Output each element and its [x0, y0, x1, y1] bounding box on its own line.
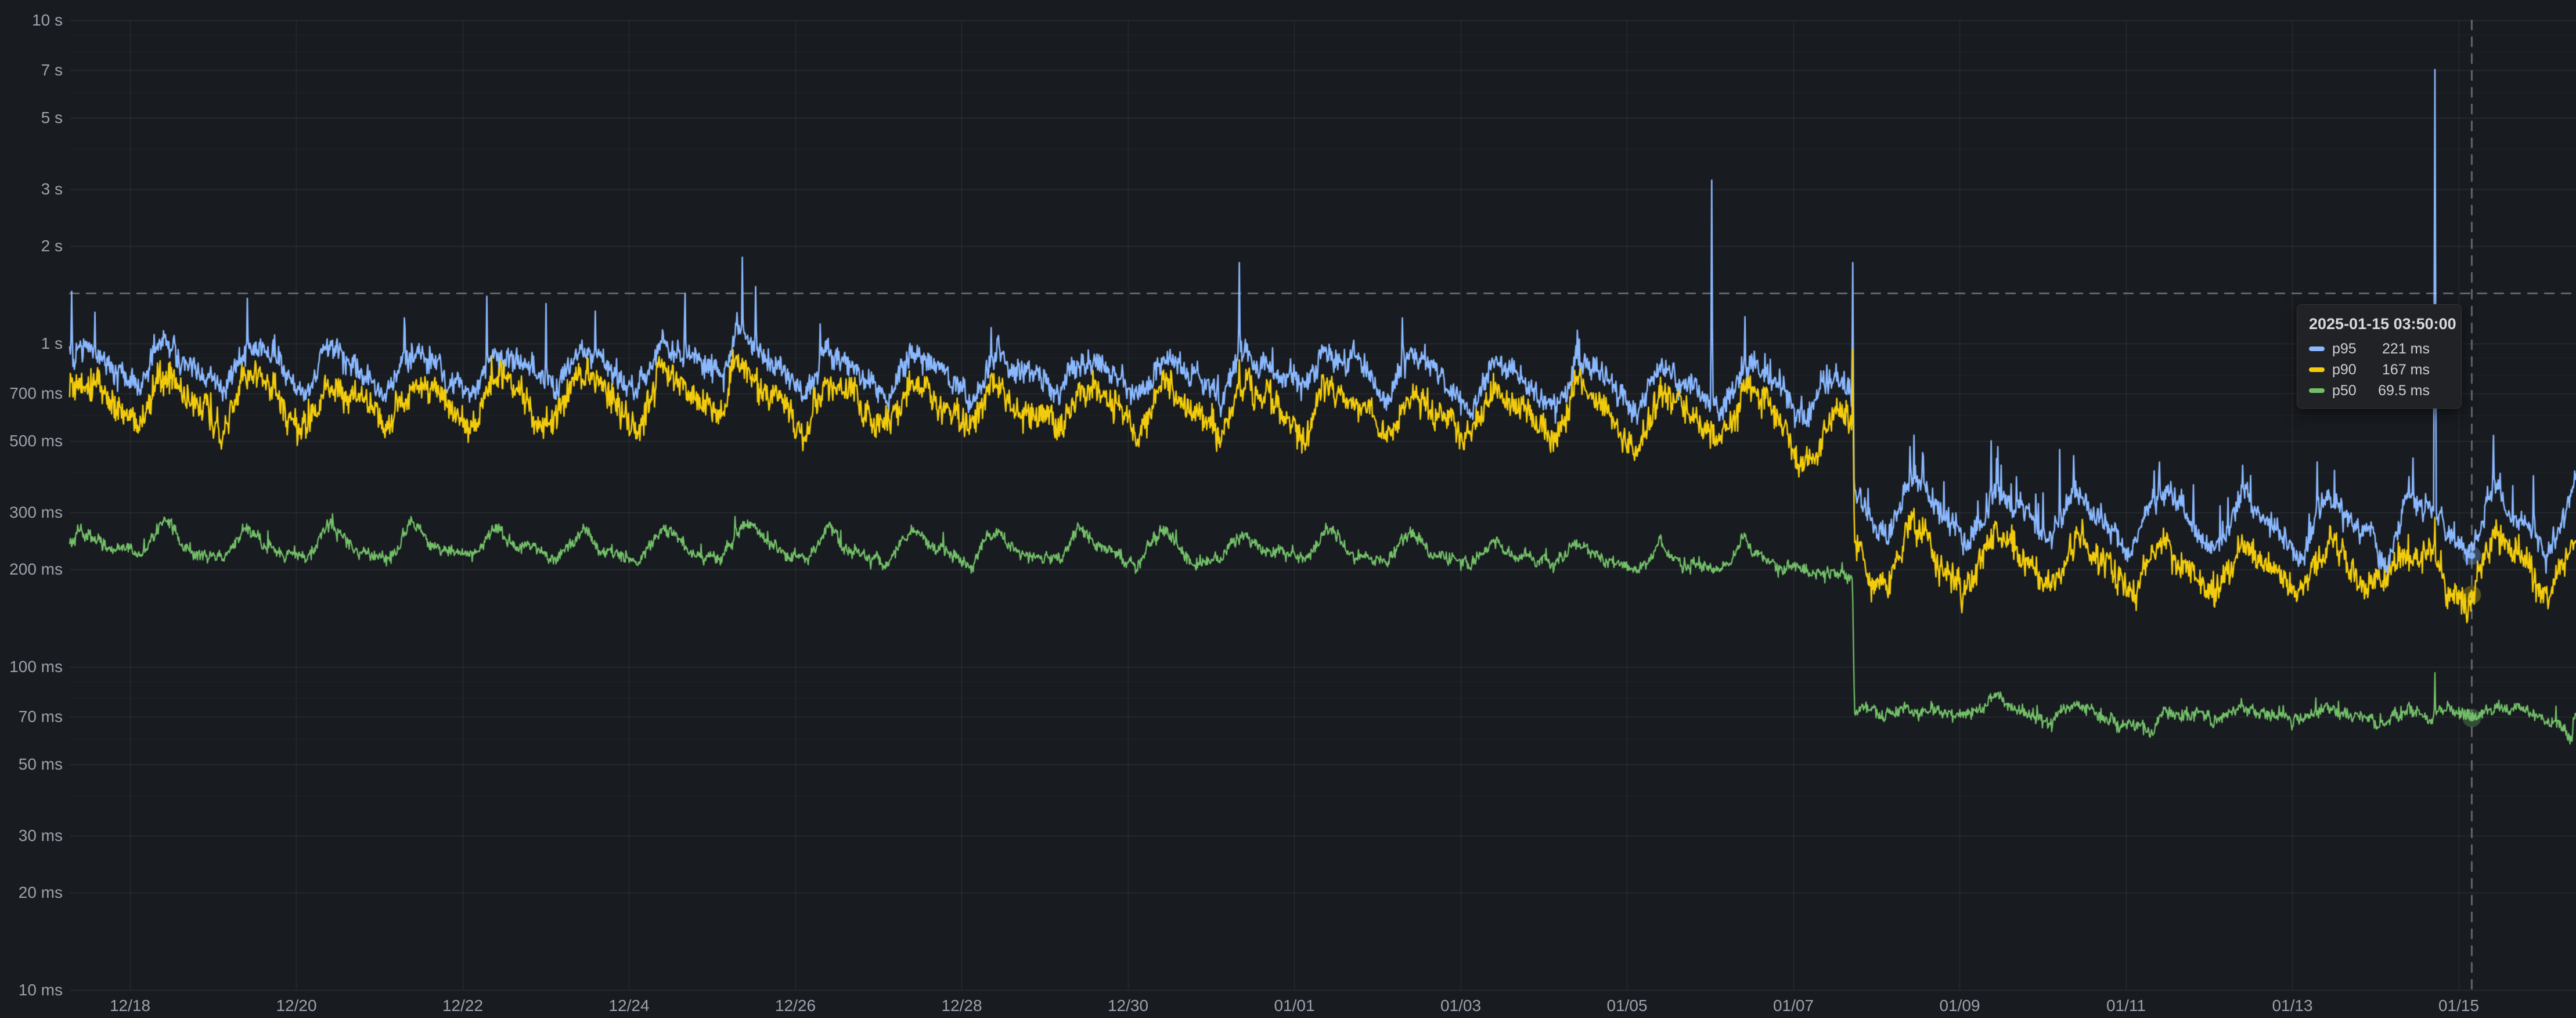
tooltip-row-p95: p95 221 ms — [2309, 338, 2449, 359]
y-axis-label: 70 ms — [2, 707, 63, 727]
y-axis-label: 300 ms — [2, 503, 63, 522]
y-axis-label: 30 ms — [2, 826, 63, 846]
latency-timeseries-plot[interactable] — [0, 0, 2576, 1018]
x-axis-label: 01/03 — [1440, 996, 1481, 1017]
x-axis-label: 01/05 — [1606, 996, 1647, 1017]
y-axis-label: 10 ms — [2, 980, 63, 1000]
tooltip-row-p50: p50 69.5 ms — [2309, 380, 2449, 401]
x-axis-label: 01/15 — [2438, 996, 2479, 1017]
y-axis-label: 7 s — [2, 60, 63, 80]
x-axis-label: 12/22 — [442, 996, 483, 1017]
tooltip-series-label: p50 — [2332, 382, 2357, 399]
p90-series-swatch — [2309, 367, 2325, 372]
y-axis-label: 700 ms — [2, 384, 63, 403]
latency-percentiles-panel: 10 s 7 s 5 s 3 s 2 s 1 s 700 ms 500 ms 300 ms 200… — [0, 0, 2576, 1018]
x-axis-label: 01/01 — [1274, 996, 1314, 1017]
x-axis-label: 01/13 — [2272, 996, 2312, 1017]
x-axis-label: 12/20 — [276, 996, 316, 1017]
p50-series-swatch — [2309, 388, 2325, 393]
p95-series-swatch — [2309, 346, 2325, 351]
y-axis-label: 200 ms — [2, 559, 63, 579]
tooltip-series-label: p90 — [2332, 362, 2357, 378]
x-axis-label: 12/26 — [775, 996, 816, 1017]
y-axis-label: 1 s — [2, 334, 63, 353]
tooltip-series-value: 167 ms — [2382, 362, 2430, 378]
x-axis-label: 12/24 — [608, 996, 649, 1017]
tooltip-series-label: p95 — [2332, 341, 2357, 358]
tooltip-series-value: 221 ms — [2382, 341, 2430, 358]
y-axis-label: 50 ms — [2, 755, 63, 774]
x-axis-label: 12/28 — [941, 996, 982, 1017]
tooltip-timestamp: 2025-01-15 03:50:00 — [2309, 314, 2449, 334]
hover-tooltip: 2025-01-15 03:50:00 p95 221 ms p90 167 m… — [2297, 304, 2462, 409]
y-axis-label: 100 ms — [2, 657, 63, 677]
y-axis-label: 500 ms — [2, 431, 63, 451]
y-axis-label: 10 s — [2, 10, 63, 30]
y-axis-label: 5 s — [2, 108, 63, 128]
x-axis-label: 01/07 — [1773, 996, 1814, 1017]
y-axis-label: 2 s — [2, 236, 63, 256]
x-axis-label: 12/30 — [1108, 996, 1148, 1017]
y-axis-label: 20 ms — [2, 883, 63, 903]
tooltip-series-value: 69.5 ms — [2378, 382, 2430, 399]
x-axis-label: 12/18 — [110, 996, 150, 1017]
tooltip-row-p90: p90 167 ms — [2309, 359, 2449, 380]
x-axis-label: 01/09 — [1939, 996, 1980, 1017]
x-axis-label: 01/11 — [2106, 996, 2146, 1017]
y-axis-label: 3 s — [2, 179, 63, 199]
